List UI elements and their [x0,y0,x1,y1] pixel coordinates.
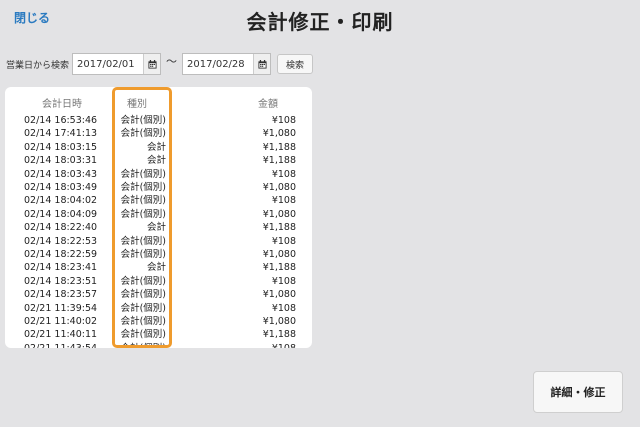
cell-type: 会計 [146,155,166,167]
cell-amount: ¥1,188 [262,222,296,234]
cell-type: 会計(個別) [120,115,166,126]
cell-amount: ¥1,080 [262,128,296,140]
cell-amount: ¥1,080 [262,182,296,193]
calendar-icon [147,59,157,69]
cell-time: 02/21 11:40:02 [24,316,98,327]
cell-type: 会計(個別) [120,195,166,207]
cell-type: 会計(個別) [120,289,166,301]
page-title: 会計修正・印刷 [246,10,394,34]
cell-amount: ¥1,080 [262,316,296,327]
date-to-box [182,53,272,75]
header: 閉じる 会計修正・印刷 [0,0,640,44]
cell-time: 02/14 18:04:09 [24,208,98,220]
cell-time: 02/21 11:43:54 [24,342,97,348]
cell-type: 会計(個別) [120,302,166,314]
cell-amount: ¥1,188 [262,262,296,274]
cell-type: 会計 [146,222,166,234]
cell-amount: ¥1,080 [262,289,296,301]
column-header-time: 会計日時 [42,99,82,110]
date-to-input[interactable] [183,54,254,74]
cell-amount: ¥108 [271,115,296,126]
cell-type: 会計(個別) [120,249,166,260]
cell-amount: ¥108 [271,195,296,207]
column-header-type: 種別 [127,99,147,110]
table-row[interactable]: 02/14 18:22:40 会計 ¥1,188 [5,221,312,234]
cell-type: 会計(個別) [120,275,166,287]
cell-time: 02/14 18:04:02 [24,195,98,207]
table-body[interactable]: 02/14 16:53:46 会計(個別) ¥108 02/14 17:41:13 会計… [5,113,312,348]
table-row[interactable]: 02/21 11:43:54 会計(個別) ¥108 [5,342,312,348]
cell-type: 会計(個別) [120,329,166,341]
table-row[interactable]: 02/14 18:22:53 会計(個別) ¥108 [5,235,312,248]
cell-time: 02/14 18:23:41 [24,262,98,274]
cell-amount: ¥108 [272,342,296,348]
cell-time: 02/14 18:22:40 [24,222,98,234]
table-row[interactable]: 02/21 11:40:11 会計(個別) ¥1,188 [5,328,312,341]
table-row[interactable]: 02/14 18:04:09 会計(個別) ¥1,080 [5,208,312,221]
table-row[interactable]: 02/14 18:22:59 会計(個別) ¥1,080 [5,248,312,261]
cell-amount: ¥1,188 [262,155,296,167]
filter-label: 営業日から検索 [6,60,70,71]
table-header: 会計日時 種別 金額 [5,87,312,113]
calendar-icon [257,59,267,69]
table-row[interactable]: 02/14 18:23:57 会計(個別) ¥1,080 [5,288,312,301]
table-row[interactable]: 02/14 18:03:43 会計(個別) ¥108 [5,168,312,181]
table-row[interactable]: 02/21 11:39:54 会計(個別) ¥108 [5,302,312,315]
cell-type: 会計(個別) [120,168,166,180]
cell-time: 02/14 18:03:15 [24,141,98,153]
cell-type: 会計(個別) [120,316,166,327]
date-to-calendar-button[interactable] [253,54,271,74]
cell-type: 会計(個別) [120,235,166,247]
date-filter: 営業日から検索 〜 [6,53,314,75]
search-button[interactable]: 検索 [277,54,314,74]
table-row[interactable]: 02/14 18:03:31 会計 ¥1,188 [5,154,312,167]
cell-type: 会計(個別) [120,208,166,220]
table-row[interactable]: 02/14 18:04:02 会計(個別) ¥108 [5,194,312,207]
cell-time: 02/21 11:40:11 [24,329,98,341]
cell-time: 02/14 18:03:31 [24,155,98,167]
date-from-calendar-button[interactable] [143,54,161,74]
cell-time: 02/14 18:22:59 [24,249,98,260]
cell-time: 02/14 16:53:46 [24,115,98,126]
cell-amount: ¥108 [271,275,296,287]
date-from-input[interactable] [73,54,144,74]
cell-time: 02/21 11:39:54 [24,302,98,314]
table-row[interactable]: 02/14 18:03:49 会計(個別) ¥1,080 [5,181,312,194]
cell-time: 02/14 17:41:13 [24,128,98,140]
table-row[interactable]: 02/14 18:23:41 会計 ¥1,188 [5,261,312,274]
table-row[interactable]: 02/14 16:53:46 会計(個別) ¥108 [5,114,312,127]
table-row[interactable]: 02/21 11:40:02 会計(個別) ¥1,080 [5,315,312,328]
cell-type: 会計(個別) [120,128,166,140]
transactions-table: 会計日時 種別 金額 02/14 16:53:46 会計(個別) ¥108 02/14… [5,87,312,348]
cell-type: 会計 [146,262,166,274]
table-row[interactable]: 02/14 18:23:51 会計(個別) ¥108 [5,275,312,288]
cell-time: 02/14 18:23:51 [24,275,98,287]
cell-time: 02/14 18:03:49 [24,182,98,193]
cell-time: 02/14 18:23:57 [24,289,98,301]
cell-amount: ¥1,188 [262,329,296,341]
cell-time: 02/14 18:03:43 [24,168,98,180]
cell-amount: ¥108 [271,302,296,314]
date-from-box [72,53,162,75]
cell-type: 会計(個別) [120,182,166,193]
cell-type: 会計 [146,141,166,153]
cell-amount: ¥108 [271,168,296,180]
cell-amount: ¥108 [271,235,296,247]
date-range-separator: 〜 [166,55,178,68]
cell-amount: ¥1,080 [262,249,296,260]
column-header-amount: 金額 [258,99,278,110]
table-row[interactable]: 02/14 17:41:13 会計(個別) ¥1,080 [5,127,312,140]
cell-time: 02/14 18:22:53 [24,235,98,247]
cell-amount: ¥1,188 [262,141,296,153]
detail-edit-button[interactable]: 詳細・修正 [533,371,623,413]
cell-type: 会計(個別) [121,342,166,348]
cell-amount: ¥1,080 [262,208,296,220]
table-row[interactable]: 02/14 18:03:15 会計 ¥1,188 [5,141,312,154]
